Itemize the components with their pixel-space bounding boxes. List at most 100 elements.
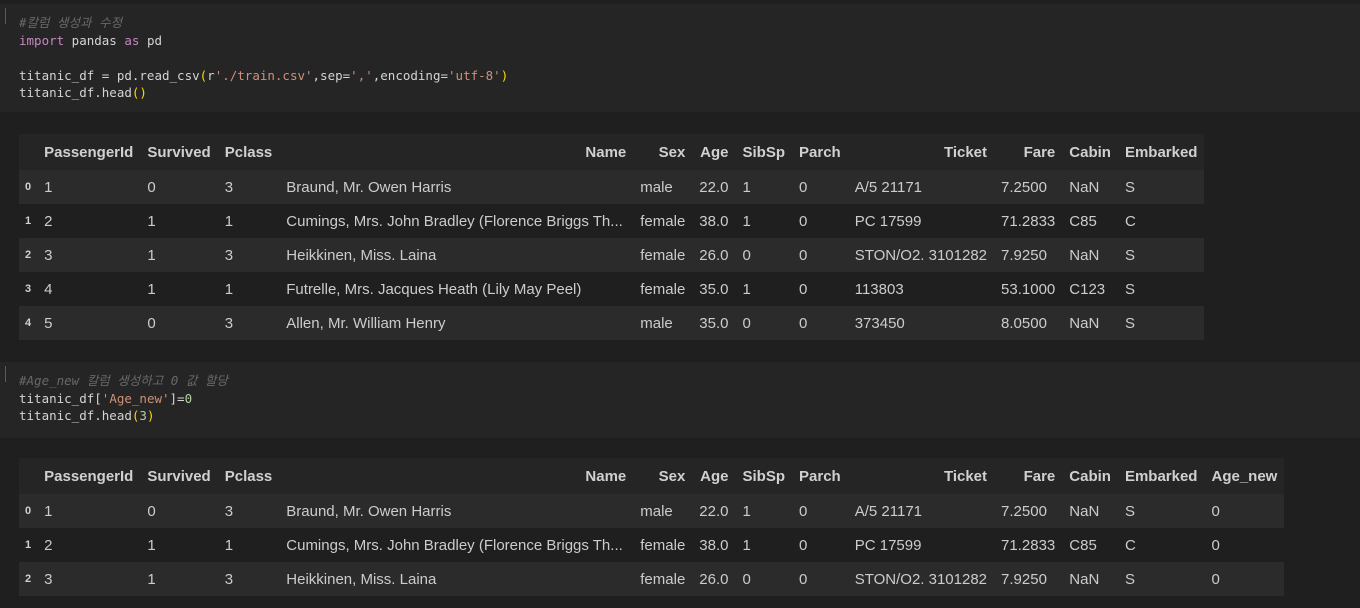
cell-survived: 1 bbox=[140, 238, 218, 272]
cell-passengerid: 4 bbox=[37, 272, 141, 306]
code-token: titanic_df.head bbox=[19, 85, 132, 100]
table-row: 1 2 1 1 Cumings, Mrs. John Bradley (Florence… bbox=[19, 528, 1285, 562]
cell-survived: 0 bbox=[140, 306, 218, 340]
cell-pclass: 1 bbox=[217, 528, 280, 562]
cell-parch: 0 bbox=[792, 528, 848, 562]
cell-sibsp: 0 bbox=[735, 562, 793, 596]
column-header-fare: Fare bbox=[994, 458, 1063, 494]
cell-embarked: C bbox=[1117, 204, 1205, 238]
code-token: r bbox=[207, 67, 215, 83]
column-header-ticket: Ticket bbox=[847, 134, 995, 170]
row-index: 4 bbox=[19, 306, 38, 340]
cell-gutter bbox=[5, 8, 6, 24]
cell-ticket: PC 17599 bbox=[847, 204, 995, 238]
code-cell-1[interactable]: #칼럼 생성과 수정 import pandas as pd titanic_df… bbox=[0, 4, 1360, 112]
output-area-2: PassengerId Survived Pclass Name Sex Age SibSp… bbox=[0, 438, 1360, 608]
output-area-1: PassengerId Survived Pclass Name Sex Age SibSp… bbox=[0, 112, 1360, 358]
cell-passengerid: 2 bbox=[37, 204, 141, 238]
cell-ticket: STON/O2. 3101282 bbox=[847, 562, 995, 596]
cell-fare: 7.9250 bbox=[994, 238, 1063, 272]
cell-embarked: C bbox=[1117, 528, 1205, 562]
cell-cabin: C85 bbox=[1062, 204, 1118, 238]
cell-sibsp: 0 bbox=[735, 306, 793, 340]
code-line: import pandas as pd bbox=[19, 32, 508, 50]
cell-name: Cumings, Mrs. John Bradley (Florence Bri… bbox=[279, 204, 634, 238]
code-token: ,sep= bbox=[312, 67, 351, 83]
code-line: titanic_df.head(3) bbox=[19, 407, 228, 425]
code-token: pd bbox=[139, 32, 163, 48]
cell-sex: male bbox=[633, 306, 693, 340]
cell-sex: male bbox=[633, 494, 693, 528]
column-header-pclass: Pclass bbox=[217, 134, 280, 170]
cell-age: 38.0 bbox=[692, 528, 736, 562]
cell-parch: 0 bbox=[792, 562, 848, 596]
column-header-passengerid: PassengerId bbox=[37, 458, 141, 494]
code-cell-2[interactable]: #Age_new 칼럼 생성하고 0 값 할당 titanic_df['Age_n… bbox=[0, 362, 1360, 438]
cell-sex: male bbox=[633, 170, 693, 204]
cell-age: 22.0 bbox=[692, 494, 736, 528]
cell-age_new: 0 bbox=[1204, 562, 1285, 596]
table-row: 2 3 1 3 Heikkinen, Miss. Laina female 26.0 0 0 ST… bbox=[19, 238, 1205, 272]
cell-passengerid: 3 bbox=[37, 238, 141, 272]
column-header-name: Name bbox=[279, 134, 634, 170]
column-header-cabin: Cabin bbox=[1062, 458, 1118, 494]
code-editor-2[interactable]: #Age_new 칼럼 생성하고 0 값 할당 titanic_df['Age_n… bbox=[19, 372, 228, 425]
dataframe-table-2: PassengerId Survived Pclass Name Sex Age SibSp… bbox=[19, 458, 1285, 596]
row-index: 3 bbox=[19, 272, 38, 306]
cell-embarked: S bbox=[1117, 494, 1205, 528]
cell-sibsp: 1 bbox=[735, 170, 793, 204]
table-row: 3 4 1 1 Futrelle, Mrs. Jacques Heath (Lily M… bbox=[19, 272, 1205, 306]
cell-age: 38.0 bbox=[692, 204, 736, 238]
column-header-cabin: Cabin bbox=[1062, 134, 1118, 170]
cell-fare: 7.9250 bbox=[994, 562, 1063, 596]
code-token: titanic_df = pd.read_csv bbox=[19, 67, 200, 83]
table-row: 2 3 1 3 Heikkinen, Miss. Laina female 26.0 0 0 ST… bbox=[19, 562, 1285, 596]
code-editor-1[interactable]: #칼럼 생성과 수정 import pandas as pd titanic_df… bbox=[19, 14, 508, 102]
cell-ticket: A/5 21171 bbox=[847, 494, 995, 528]
cell-name: Futrelle, Mrs. Jacques Heath (Lily May P… bbox=[279, 272, 634, 306]
column-header-sex: Sex bbox=[633, 458, 693, 494]
cell-sibsp: 1 bbox=[735, 204, 793, 238]
code-token: ',' bbox=[350, 67, 373, 83]
index-header bbox=[19, 134, 38, 170]
cell-survived: 1 bbox=[140, 528, 218, 562]
cell-sex: female bbox=[633, 204, 693, 238]
cell-sex: female bbox=[633, 272, 693, 306]
cell-survived: 1 bbox=[140, 204, 218, 238]
code-comment: #Age_new 칼럼 생성하고 0 값 할당 bbox=[19, 373, 228, 388]
code-line: titanic_df.head() bbox=[19, 84, 508, 102]
code-line: titanic_df['Age_new']=0 bbox=[19, 390, 228, 408]
cell-sibsp: 0 bbox=[735, 238, 793, 272]
row-index: 2 bbox=[19, 238, 38, 272]
cell-pclass: 3 bbox=[217, 238, 280, 272]
code-token: ) bbox=[146, 408, 155, 423]
cell-embarked: S bbox=[1117, 562, 1205, 596]
cell-pclass: 1 bbox=[217, 204, 280, 238]
cell-ticket: STON/O2. 3101282 bbox=[847, 238, 995, 272]
column-header-embarked: Embarked bbox=[1117, 134, 1205, 170]
cell-cabin: NaN bbox=[1062, 562, 1118, 596]
cell-embarked: S bbox=[1117, 272, 1205, 306]
table-header-row: PassengerId Survived Pclass Name Sex Age SibSp… bbox=[19, 458, 1285, 494]
column-header-ticket: Ticket bbox=[847, 458, 995, 494]
table-row: 0 1 0 3 Braund, Mr. Owen Harris male 22.0 1 0 A/5… bbox=[19, 170, 1205, 204]
code-token: './train.csv' bbox=[214, 67, 313, 83]
row-index: 0 bbox=[19, 494, 38, 528]
cell-sex: female bbox=[633, 238, 693, 272]
cell-fare: 7.2500 bbox=[994, 494, 1063, 528]
code-token: import bbox=[19, 32, 65, 48]
cell-name: Allen, Mr. William Henry bbox=[279, 306, 634, 340]
cell-fare: 53.1000 bbox=[994, 272, 1063, 306]
code-token: ]= bbox=[169, 390, 185, 406]
cell-parch: 0 bbox=[792, 494, 848, 528]
code-token: () bbox=[131, 85, 147, 100]
cell-age: 26.0 bbox=[692, 562, 736, 596]
row-index: 2 bbox=[19, 562, 38, 596]
cell-pclass: 3 bbox=[217, 494, 280, 528]
cell-survived: 1 bbox=[140, 272, 218, 306]
code-line: titanic_df = pd.read_csv(r'./train.csv',… bbox=[19, 67, 508, 85]
cell-cabin: C85 bbox=[1062, 528, 1118, 562]
cell-parch: 0 bbox=[792, 170, 848, 204]
cell-cabin: C123 bbox=[1062, 272, 1118, 306]
cell-gutter bbox=[5, 366, 6, 382]
